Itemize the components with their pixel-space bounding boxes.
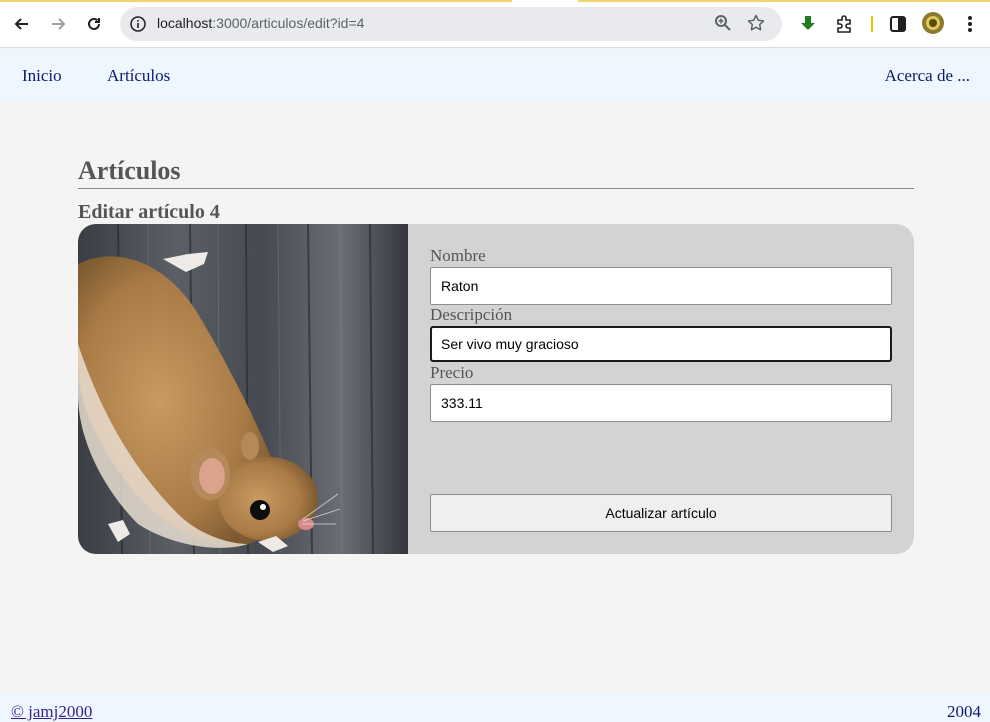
page-subtitle: Editar artículo 4 — [78, 201, 220, 223]
description-input[interactable] — [430, 326, 892, 362]
name-label: Nombre — [430, 246, 486, 265]
page-title: Artículos — [78, 156, 181, 185]
description-label: Descripción — [430, 305, 513, 324]
article-image — [78, 224, 408, 554]
nav-link-about[interactable]: Acerca de ... — [885, 66, 970, 86]
url-text[interactable]: localhost:3000/articulos/edit?id=4 — [157, 15, 364, 31]
forward-icon[interactable] — [44, 10, 72, 38]
copyright-link[interactable]: © jamj2000 — [11, 702, 92, 722]
edit-article-card: Nombre Descripción Precio Actualizar art… — [78, 224, 914, 554]
bookmark-star-icon[interactable] — [747, 14, 767, 34]
name-input[interactable] — [430, 267, 892, 305]
profile-avatar-icon[interactable] — [922, 12, 944, 34]
extensions-icon[interactable] — [830, 10, 858, 38]
reload-icon[interactable] — [80, 10, 108, 38]
tab-strip-accent — [0, 0, 990, 2]
side-panel-icon[interactable] — [884, 10, 912, 38]
site-nav: Inicio Artículos Acerca de ... — [0, 49, 990, 102]
menu-kebab-icon[interactable] — [956, 10, 984, 38]
url-path: :3000/articulos/edit?id=4 — [212, 15, 365, 31]
browser-toolbar: localhost:3000/articulos/edit?id=4 — [0, 0, 990, 48]
toolbar-separator — [871, 16, 873, 32]
nav-link-home[interactable]: Inicio — [22, 66, 62, 86]
title-divider — [78, 188, 914, 189]
address-bar[interactable]: localhost:3000/articulos/edit?id=4 — [120, 7, 782, 41]
update-article-button[interactable]: Actualizar artículo — [430, 494, 892, 532]
price-input[interactable] — [430, 384, 892, 422]
site-footer: © jamj2000 2004 — [0, 694, 990, 722]
url-host: localhost — [157, 15, 213, 31]
site-info-icon[interactable] — [128, 14, 148, 34]
zoom-icon[interactable] — [714, 14, 734, 34]
download-icon[interactable] — [794, 10, 822, 38]
price-label: Precio — [430, 363, 474, 382]
back-icon[interactable] — [8, 10, 36, 38]
nav-link-articles[interactable]: Artículos — [107, 66, 170, 86]
footer-year: 2004 — [947, 702, 981, 721]
